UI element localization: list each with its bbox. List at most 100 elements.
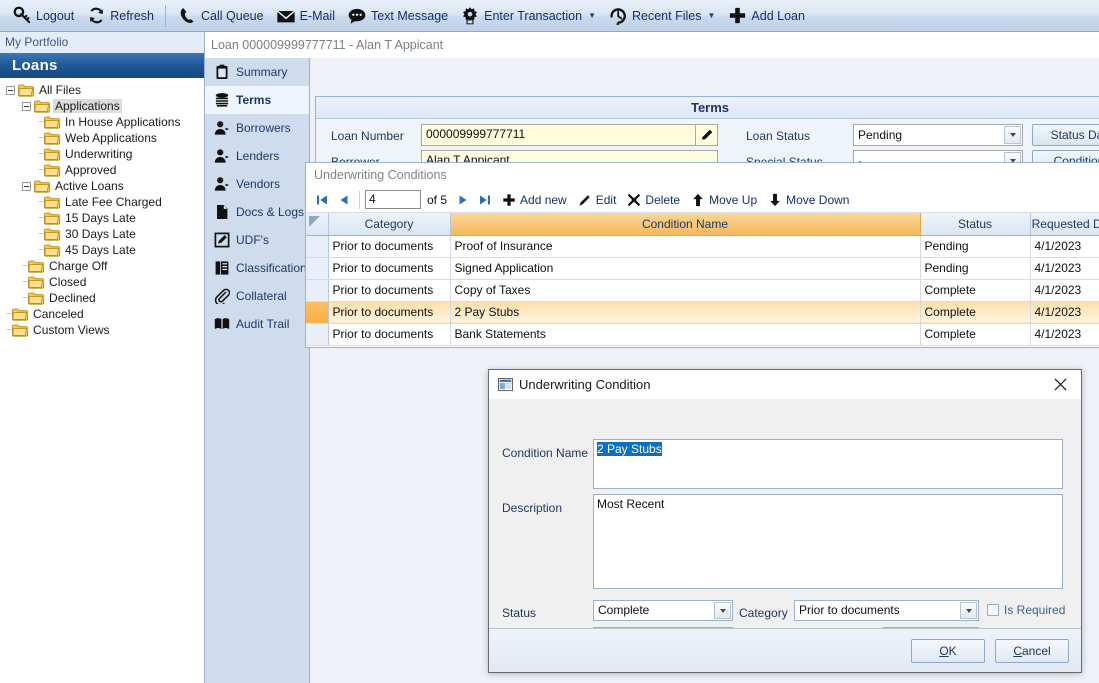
table-row[interactable]: Prior to documents Signed Application Pend… <box>306 257 1099 280</box>
tab-audit-trail[interactable]: Audit Trail <box>205 310 309 338</box>
grid-header-row: Category Condition Name Status Requested… <box>306 213 1099 236</box>
tree-item-closed[interactable]: ┈ Closed <box>0 274 204 290</box>
tree-collapse-toggle[interactable] <box>22 101 31 111</box>
checkbox-box <box>987 604 999 616</box>
folder-icon <box>18 84 34 97</box>
tab-collateral[interactable]: Collateral <box>205 282 309 310</box>
tree-item-30-days-late[interactable]: ┈ 30 Days Late <box>0 226 204 242</box>
category-select[interactable]: Prior to documents <box>794 600 979 621</box>
add-new-condition-button[interactable]: Add new <box>497 189 571 211</box>
delete-condition-button[interactable]: Delete <box>622 189 684 211</box>
condition-name-value: 2 Pay Stubs <box>597 442 662 456</box>
cell-category: Prior to documents <box>328 279 451 302</box>
table-row[interactable]: Prior to documents Bank Statements Complet… <box>306 323 1099 346</box>
tab-udf-s[interactable]: UDF's <box>205 226 309 254</box>
loan-status-select[interactable]: Pending <box>853 124 1023 146</box>
tree-item-charge-off[interactable]: ┈ Charge Off <box>0 258 204 274</box>
status-select[interactable]: Complete <box>593 600 733 621</box>
loan-number-input[interactable]: 000009999777711 <box>421 124 696 146</box>
row-selector[interactable] <box>306 323 329 346</box>
tree-collapse-toggle[interactable] <box>22 181 31 191</box>
folder-icon <box>44 212 60 225</box>
toolbar-button-refresh[interactable]: Refresh <box>80 1 160 31</box>
grid-select-all-header[interactable] <box>306 213 329 236</box>
toolbar-button-logout[interactable]: Logout <box>6 1 80 31</box>
sidebar-section-loans[interactable]: Loans <box>0 53 204 78</box>
move-up-button[interactable]: Move Up <box>686 189 761 211</box>
person-icon <box>213 175 231 193</box>
previous-record-button[interactable] <box>334 190 354 210</box>
condition-name-input[interactable]: 2 Pay Stubs <box>593 439 1063 489</box>
column-header-requested-date[interactable]: Requested Da <box>1030 213 1099 236</box>
last-record-button[interactable] <box>475 190 495 210</box>
tree-item-active-loans[interactable]: Active Loans <box>0 178 204 194</box>
tab-docs-logs[interactable]: Docs & Logs <box>205 198 309 226</box>
application-window: Logout Refresh Call Queue E-Mail Text Me… <box>0 0 1099 683</box>
tab-classification[interactable]: Classification <box>205 254 309 282</box>
toolbar-button-text-message[interactable]: Text Message <box>341 1 454 31</box>
underwriting-conditions-title: Underwriting Conditions <box>306 163 1099 187</box>
chevron-down-icon[interactable] <box>960 602 977 619</box>
is-required-checkbox[interactable]: Is Required <box>987 603 1065 617</box>
loan-number-edit-pencil-icon[interactable] <box>696 124 718 146</box>
column-header-category[interactable]: Category <box>328 213 451 236</box>
toolbar-button-call-queue[interactable]: Call Queue <box>171 1 270 31</box>
next-record-button[interactable] <box>453 190 473 210</box>
tree-item-label: Declined <box>49 291 96 305</box>
column-header-status[interactable]: Status <box>920 213 1031 236</box>
description-input[interactable]: Most Recent <box>593 494 1063 589</box>
toolbar-button-add-loan[interactable]: Add Loan <box>721 1 811 31</box>
page-number-input[interactable]: 4 <box>365 190 421 209</box>
ok-button[interactable]: OK <box>911 638 985 663</box>
tree-item-custom-views[interactable]: ┈ Custom Views <box>0 322 204 338</box>
chevron-down-icon[interactable] <box>1004 126 1021 144</box>
tree-item-applications[interactable]: Applications <box>0 98 204 114</box>
tab-vendors[interactable]: Vendors <box>205 170 309 198</box>
first-record-button[interactable] <box>312 190 332 210</box>
tree-item-declined[interactable]: ┈ Declined <box>0 290 204 306</box>
tree-item-45-days-late[interactable]: ┈ 45 Days Late <box>0 242 204 258</box>
tab-borrowers[interactable]: Borrowers <box>205 114 309 142</box>
tree-collapse-toggle[interactable] <box>6 85 15 95</box>
chevron-down-icon[interactable] <box>714 602 731 619</box>
move-down-button[interactable]: Move Down <box>763 189 853 211</box>
cell-category: Prior to documents <box>328 235 451 258</box>
underwriting-conditions-panel: Underwriting Conditions 4 of 5 Add new E… <box>305 162 1099 348</box>
chevron-down-icon[interactable]: ▼ <box>588 11 596 20</box>
row-selector[interactable] <box>306 235 329 258</box>
toolbar-button-email[interactable]: E-Mail <box>270 1 341 31</box>
table-row[interactable]: Prior to documents Copy of Taxes Complete 4… <box>306 279 1099 302</box>
tab-lenders[interactable]: Lenders <box>205 142 309 170</box>
status-date-button[interactable]: Status Date <box>1032 124 1099 146</box>
tab-terms[interactable]: Terms <box>205 86 309 114</box>
tree-connector: ┈ <box>38 196 44 208</box>
row-selector[interactable] <box>306 279 329 302</box>
toolbar-button-recent-files[interactable]: Recent Files ▼ <box>602 1 721 31</box>
cell-status: Complete <box>920 323 1031 346</box>
tree-item-label: Canceled <box>33 307 84 321</box>
loan-status-label: Loan Status <box>746 129 811 143</box>
close-icon[interactable] <box>1045 372 1075 398</box>
column-header-condition-name[interactable]: Condition Name <box>450 213 921 236</box>
tree-connector: ┈ <box>38 244 44 256</box>
tree-item-in-house-applications[interactable]: ┈ In House Applications <box>0 114 204 130</box>
tree-item-web-applications[interactable]: ┈ Web Applications <box>0 130 204 146</box>
toolbar-button-enter-transaction[interactable]: Enter Transaction ▼ <box>454 1 602 31</box>
tab-label: Borrowers <box>236 120 291 135</box>
tree-item-underwriting[interactable]: ┈ Underwriting <box>0 146 204 162</box>
tree-item-label: Custom Views <box>33 323 110 337</box>
row-selector[interactable] <box>306 301 329 324</box>
row-selector[interactable] <box>306 257 329 280</box>
cancel-button[interactable]: Cancel <box>995 638 1069 663</box>
tree-item-canceled[interactable]: ┈ Canceled <box>0 306 204 322</box>
tree-item-15-days-late[interactable]: ┈ 15 Days Late <box>0 210 204 226</box>
tab-summary[interactable]: Summary <box>205 58 309 86</box>
edit-condition-button[interactable]: Edit <box>573 189 621 211</box>
tree-item-late-fee-charged[interactable]: ┈ Late Fee Charged <box>0 194 204 210</box>
tree-item-all-files[interactable]: All Files <box>0 82 204 98</box>
tree-item-approved[interactable]: ┈ Approved <box>0 162 204 178</box>
table-row[interactable]: Prior to documents Proof of Insurance Pend… <box>306 235 1099 258</box>
tree-item-label: Active Loans <box>55 179 124 193</box>
table-row[interactable]: Prior to documents 2 Pay Stubs Complete 4/1… <box>306 301 1099 324</box>
chevron-down-icon[interactable]: ▼ <box>707 11 715 20</box>
